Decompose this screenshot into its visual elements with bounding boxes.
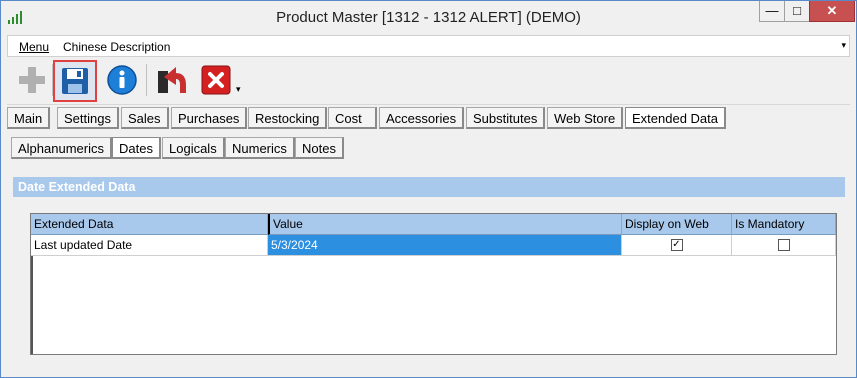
tab-logicals[interactable]: Logicals	[162, 137, 225, 159]
toolbar-separator	[146, 64, 147, 96]
cell-value[interactable]: 5/3/2024	[268, 235, 622, 256]
toolbar-dropdown-icon[interactable]: ▾	[236, 84, 241, 95]
menu-item-menu[interactable]: Menu	[19, 40, 49, 54]
save-button[interactable]	[53, 60, 97, 102]
plus-icon	[19, 67, 45, 93]
delete-button[interactable]	[197, 61, 235, 99]
extended-data-grid: Extended Data Value Display on Web Is Ma…	[30, 213, 837, 355]
tab-sales[interactable]: Sales	[121, 107, 169, 129]
tab-notes[interactable]: Notes	[295, 137, 344, 159]
column-header-extended-data[interactable]: Extended Data	[31, 214, 268, 235]
tab-substitutes[interactable]: Substitutes	[466, 107, 546, 129]
menu-item-chinese-description[interactable]: Chinese Description	[63, 40, 170, 54]
section-header: Date Extended Data	[13, 177, 845, 197]
tab-extended-data[interactable]: Extended Data	[625, 107, 727, 129]
add-button[interactable]	[13, 61, 51, 99]
close-window-button[interactable]: ✕	[809, 1, 855, 22]
undo-icon	[158, 67, 186, 93]
cell-extended-data[interactable]: Last updated Date	[31, 235, 268, 256]
menu-bar: Menu Chinese Description ▾	[7, 35, 850, 57]
menu-item-label: Menu	[19, 40, 50, 54]
tab-web-store[interactable]: Web Store	[547, 107, 624, 129]
minimize-button[interactable]: —	[759, 1, 785, 22]
column-header-is-mandatory[interactable]: Is Mandatory	[732, 214, 836, 235]
tab-main[interactable]: Main	[7, 107, 51, 129]
info-icon	[107, 65, 137, 95]
title-bar: Product Master [1312 - 1312 ALERT] (DEMO…	[1, 1, 856, 34]
tab-alphanumerics[interactable]: Alphanumerics	[11, 137, 112, 159]
tab-settings[interactable]: Settings	[57, 107, 119, 129]
undo-button[interactable]	[152, 61, 190, 99]
cell-display-on-web[interactable]: ✓	[622, 235, 732, 256]
cell-is-mandatory[interactable]	[732, 235, 836, 256]
tab-dates[interactable]: Dates	[112, 137, 161, 159]
column-header-display-on-web[interactable]: Display on Web	[622, 214, 732, 235]
tab-accessories[interactable]: Accessories	[379, 107, 465, 129]
save-icon	[62, 68, 88, 94]
maximize-button[interactable]: □	[784, 1, 810, 22]
display-on-web-checkbox[interactable]: ✓	[670, 239, 683, 251]
menu-dropdown-icon[interactable]: ▾	[841, 40, 846, 51]
column-header-value[interactable]: Value	[268, 214, 622, 235]
product-master-window: Product Master [1312 - 1312 ALERT] (DEMO…	[0, 0, 857, 378]
toolbar: ▾	[7, 58, 850, 105]
tab-restocking[interactable]: Restocking	[248, 107, 328, 129]
window-title: Product Master [1312 - 1312 ALERT] (DEMO…	[276, 9, 581, 26]
close-icon	[201, 65, 231, 95]
tab-cost[interactable]: Cost	[328, 107, 377, 129]
is-mandatory-checkbox[interactable]	[777, 239, 790, 251]
tab-numerics[interactable]: Numerics	[225, 137, 295, 159]
tab-purchases[interactable]: Purchases	[171, 107, 248, 129]
info-button[interactable]	[103, 61, 141, 99]
